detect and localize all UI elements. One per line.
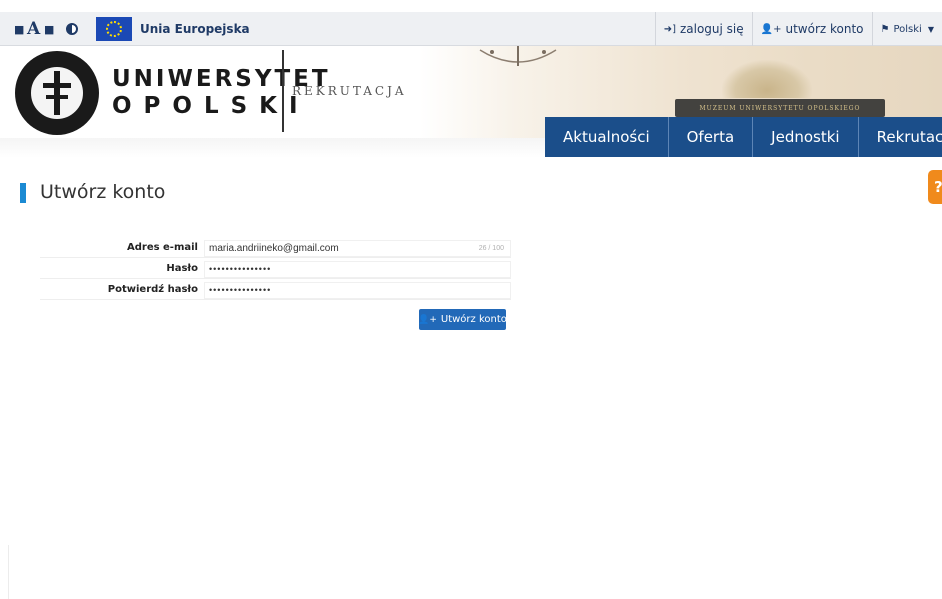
password-row: Hasło ••••••••••••••• (40, 261, 511, 279)
top-bar: ■ A ■ Unia Europejska ➜] zaloguj się 👤+ … (0, 12, 942, 46)
password-field[interactable]: ••••••••••••••• (204, 261, 511, 278)
nav-item-aktualnosci[interactable]: Aktualności (545, 117, 669, 157)
password-label: Hasło (166, 263, 198, 274)
add-user-icon: 👤+ (760, 23, 782, 35)
confirm-password-row: Potwierdź hasło ••••••••••••••• (40, 282, 511, 300)
register-label: utwórz konto (785, 22, 864, 36)
main-navigation: Aktualności Oferta Jednostki Rekrutacja (545, 117, 942, 157)
eu-link[interactable]: Unia Europejska (140, 12, 250, 46)
nav-item-oferta[interactable]: Oferta (669, 117, 754, 157)
sign-in-icon: ➜] (663, 23, 676, 35)
language-select[interactable]: ⚑ Polski ▼ (871, 12, 942, 46)
help-button[interactable]: ? (928, 170, 942, 204)
confirm-password-label: Potwierdź hasło (107, 284, 198, 295)
increase-font-button[interactable]: ■ (44, 12, 54, 46)
create-account-label: Utwórz konto (440, 314, 507, 325)
page-title: Utwórz konto (40, 181, 166, 203)
email-char-counter: 26 / 100 (478, 245, 504, 252)
eu-stars-icon (106, 21, 122, 37)
account-links: ➜] zaloguj się 👤+ utwórz konto ⚑ Polski … (654, 12, 942, 46)
confirm-password-field[interactable]: ••••••••••••••• (204, 282, 511, 299)
eu-flag-icon[interactable] (96, 17, 132, 41)
flag-icon: ⚑ (880, 23, 890, 35)
contrast-toggle-button[interactable] (66, 12, 78, 46)
cross-icon (54, 71, 60, 115)
decrease-font-button[interactable]: ■ (14, 12, 24, 46)
minus-icon: ■ (14, 22, 25, 36)
confirm-password-value: ••••••••••••••• (209, 285, 272, 295)
register-link[interactable]: 👤+ utwórz konto (751, 12, 872, 46)
chandelier-icon (479, 46, 557, 66)
email-value: maria.andriineko@gmail.com (209, 243, 339, 254)
plus-icon: ■ (44, 22, 55, 36)
language-label: Polski (893, 23, 922, 35)
nav-item-jednostki[interactable]: Jednostki (753, 117, 859, 157)
password-value: ••••••••••••••• (209, 264, 272, 274)
contrast-icon (66, 23, 78, 35)
login-link[interactable]: ➜] zaloguj się (654, 12, 752, 46)
university-seal-logo[interactable] (15, 51, 99, 135)
font-size-label: A (27, 19, 41, 39)
university-name-line2[interactable]: OPOLSKI (112, 93, 310, 119)
email-field[interactable]: maria.andriineko@gmail.com 26 / 100 (204, 240, 511, 257)
chevron-down-icon: ▼ (927, 24, 934, 34)
cross-bar-lower (46, 95, 68, 99)
cross-bar (43, 83, 71, 88)
page-edge-line (8, 545, 9, 599)
email-label: Adres e-mail (126, 242, 198, 253)
create-account-button[interactable]: 👤+ Utwórz konto (418, 309, 507, 330)
nav-item-rekrutacja[interactable]: Rekrutacja (859, 117, 942, 157)
email-row: Adres e-mail maria.andriineko@gmail.com … (40, 240, 511, 258)
logo-divider (282, 50, 284, 132)
login-label: zaloguj się (679, 22, 744, 36)
logo-subtitle[interactable]: REKRUTACJA (292, 84, 407, 98)
museum-plaque: MUZEUM UNIWERSYTETU OPOLSKIEGO (675, 99, 885, 117)
add-user-icon: 👤+ (418, 314, 437, 325)
plaque-text: MUZEUM UNIWERSYTETU OPOLSKIEGO (699, 104, 861, 112)
title-accent-bar (20, 183, 26, 203)
crest-ornament (722, 60, 812, 98)
